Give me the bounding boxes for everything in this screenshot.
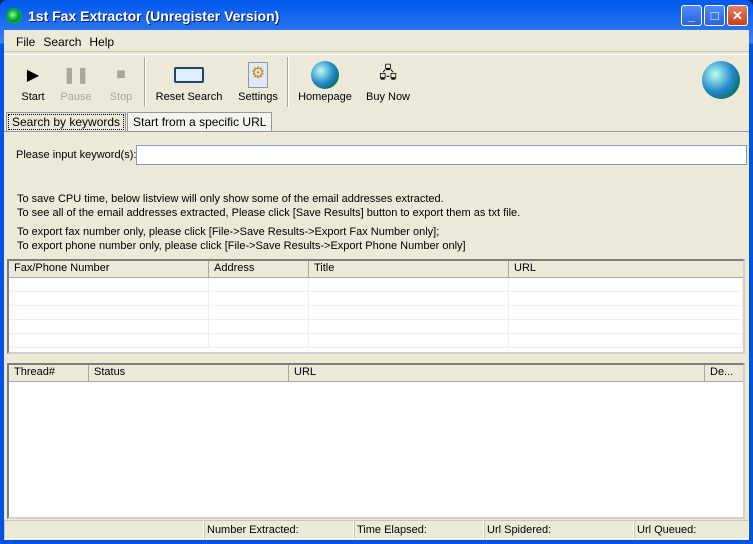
app-window: 1st Fax Extractor (Unregister Version) _… — [0, 0, 753, 544]
window-title: 1st Fax Extractor (Unregister Version) — [28, 8, 280, 24]
settings-icon: ⚙ — [235, 59, 281, 91]
title-bar: 1st Fax Extractor (Unregister Version) — [6, 4, 279, 28]
stop-icon: ■ — [116, 66, 126, 83]
globe-logo-icon — [702, 61, 740, 99]
settings-button[interactable]: ⚙ Settings — [235, 59, 281, 103]
tab-bar: Search by keywords Start from a specific… — [6, 112, 273, 132]
play-icon: ▶ — [26, 67, 40, 84]
pause-icon: ❚❚ — [62, 67, 90, 84]
threads-list[interactable]: Thread# Status URL De... — [7, 363, 745, 519]
maximize-button[interactable]: □ — [704, 5, 725, 26]
col-title[interactable]: Title — [309, 261, 509, 277]
empty-grid-row — [9, 306, 743, 320]
toolbar-separator — [144, 57, 146, 107]
keyword-panel: Please input keyword(s): To save CPU tim… — [4, 131, 749, 255]
settings-label: Settings — [238, 91, 278, 103]
minimize-button[interactable]: _ — [681, 5, 702, 26]
menu-bar: File Search Help — [4, 32, 749, 52]
stop-label: Stop — [109, 91, 133, 103]
stop-button[interactable]: ■ Stop — [104, 59, 138, 103]
buynow-label: Buy Now — [365, 91, 411, 103]
menu-file[interactable]: File — [16, 35, 35, 49]
tab-start-from-url[interactable]: Start from a specific URL — [127, 112, 273, 132]
globe-icon — [296, 59, 354, 91]
empty-grid-row — [9, 320, 743, 334]
tab-search-by-keywords[interactable]: Search by keywords — [6, 112, 127, 132]
results-list[interactable]: Fax/Phone Number Address Title URL — [7, 259, 745, 354]
toolbar-separator — [287, 57, 289, 107]
client-area: File Search Help ▶ Start ❚❚ Pause ■ Stop Re… — [4, 30, 749, 540]
window-icon — [154, 59, 224, 91]
info-line: To save CPU time, below listview will on… — [17, 193, 444, 205]
toolbar: ▶ Start ❚❚ Pause ■ Stop Reset Search ⚙ Setti… — [4, 54, 749, 110]
info-line: To export phone number only, please clic… — [17, 240, 466, 252]
empty-grid-row — [9, 292, 743, 306]
col-fax-phone[interactable]: Fax/Phone Number — [9, 261, 209, 277]
pause-label: Pause — [60, 91, 92, 103]
homepage-label: Homepage — [298, 91, 352, 103]
info-line: To see all of the email addresses extrac… — [17, 207, 521, 219]
status-bar: Number Extracted: Time Elapsed: Url Spid… — [4, 520, 749, 540]
status-main — [4, 520, 204, 539]
app-icon — [6, 8, 22, 24]
buy-now-button[interactable]: 🖧 Buy Now — [362, 59, 414, 104]
keyword-label: Please input keyword(s): — [16, 149, 137, 161]
status-url-spidered: Url Spidered: — [484, 520, 634, 539]
network-icon: 🖧 — [379, 64, 397, 82]
empty-grid-row — [9, 278, 743, 292]
start-button[interactable]: ▶ Start — [16, 59, 50, 103]
info-line: To export fax number only, please click … — [17, 226, 440, 238]
menu-help[interactable]: Help — [89, 35, 114, 49]
pause-button[interactable]: ❚❚ Pause — [58, 59, 94, 103]
col-address[interactable]: Address — [209, 261, 309, 277]
start-label: Start — [21, 91, 45, 103]
menu-search[interactable]: Search — [43, 35, 81, 49]
homepage-button[interactable]: Homepage — [296, 59, 354, 103]
col-status[interactable]: Status — [89, 365, 289, 381]
keyword-input[interactable] — [136, 145, 747, 165]
col-thread[interactable]: Thread# — [9, 365, 89, 381]
col-url[interactable]: URL — [509, 261, 743, 277]
status-time-elapsed: Time Elapsed: — [354, 520, 484, 539]
reset-search-button[interactable]: Reset Search — [154, 59, 224, 103]
empty-grid-row — [9, 334, 743, 348]
status-number-extracted: Number Extracted: — [204, 520, 354, 539]
reset-label: Reset Search — [155, 91, 223, 103]
col-thread-url[interactable]: URL — [289, 365, 705, 381]
col-depth[interactable]: De... — [705, 365, 743, 381]
status-url-queued: Url Queued: — [634, 520, 749, 539]
close-button[interactable]: ✕ — [727, 5, 748, 26]
